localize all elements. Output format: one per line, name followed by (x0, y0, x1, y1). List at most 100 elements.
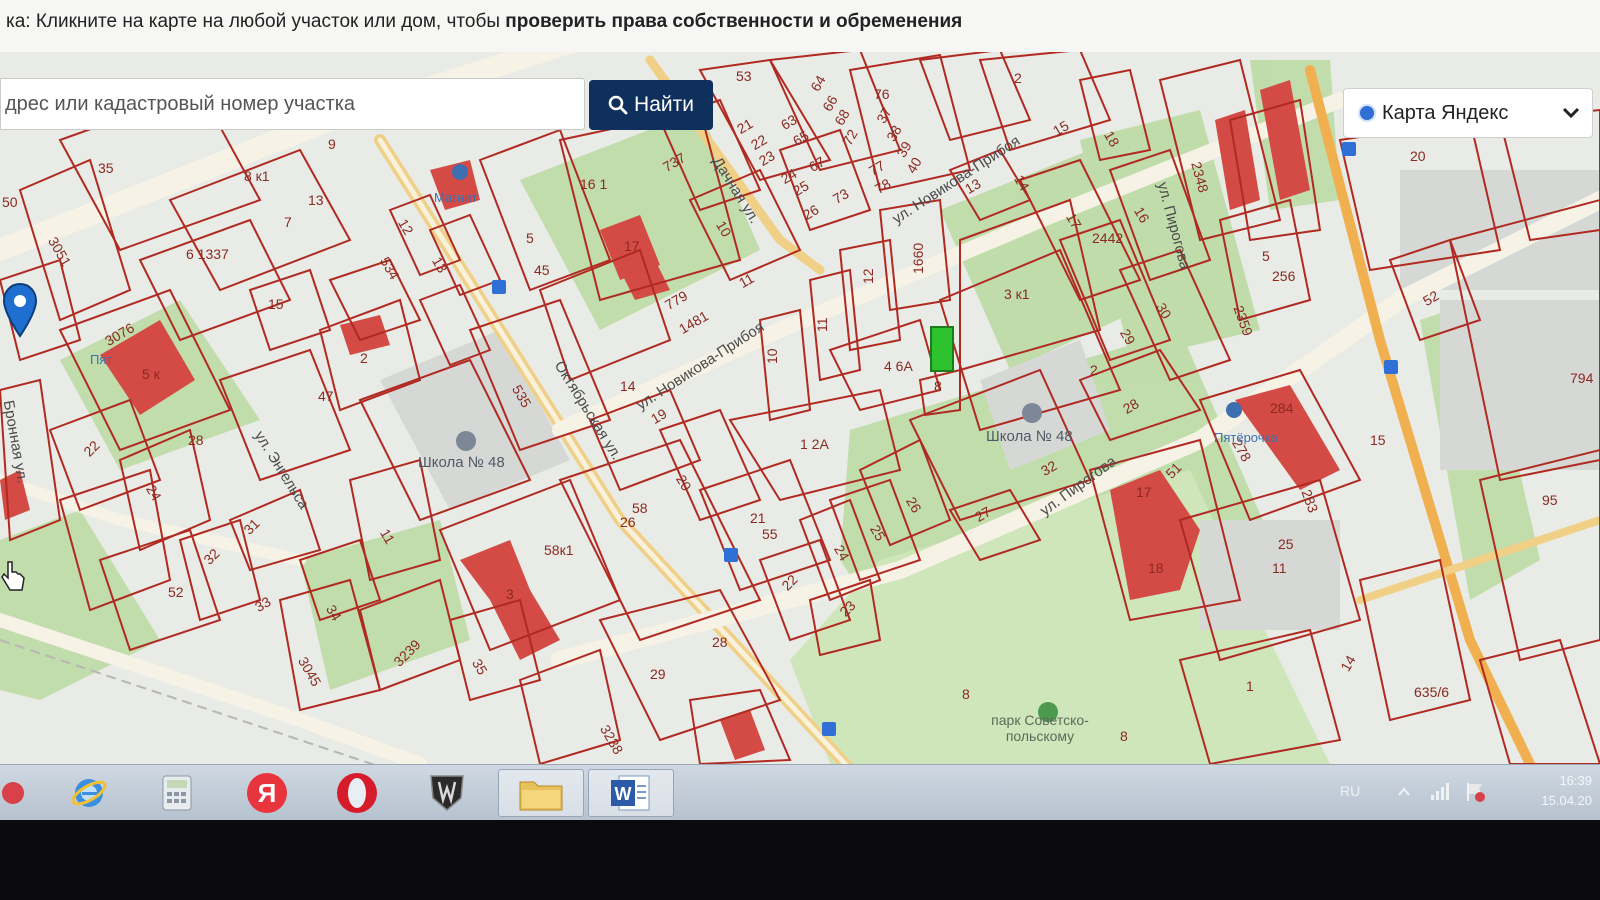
instruction-text: ка: Кликните на карте на любой участок и… (6, 11, 506, 32)
poi-label: Пят (90, 352, 113, 367)
selected-plot[interactable] (930, 326, 954, 372)
map-label: 2 (1090, 362, 1098, 378)
taskbar-button-opera[interactable] (318, 769, 396, 817)
map-label: 11 (814, 317, 830, 332)
map-label: 26 (620, 514, 636, 530)
map-label: 4 6А (884, 358, 913, 374)
app-icon (2, 782, 24, 804)
map-label: 20 (1410, 148, 1426, 164)
park-label: парк Советско-польскому (991, 712, 1089, 744)
clock-date: 15.04.20 (1541, 793, 1592, 808)
map-label: 55 (762, 526, 778, 542)
tray-arrow-icon[interactable] (1398, 787, 1410, 797)
map-label: 58к1 (544, 542, 574, 558)
taskbar-button-explorer[interactable] (498, 769, 584, 817)
block (380, 330, 570, 510)
chevron-down-icon (1562, 107, 1580, 119)
search-input[interactable] (0, 78, 585, 130)
map-label: 256 (1272, 268, 1296, 284)
hand-cursor-icon (1, 561, 25, 591)
network-signal-icon[interactable] (1430, 781, 1452, 801)
calculator-icon (162, 775, 192, 811)
map-label: 17 (624, 238, 640, 254)
instruction-banner: ка: Кликните на карте на любой участок и… (0, 0, 1600, 52)
map-label: 284 (1270, 400, 1294, 416)
school-label: Школа № 48 (418, 454, 505, 471)
bus-stop-icon (822, 722, 836, 736)
map-label: 7 (284, 214, 292, 230)
map-label: 1 2А (800, 436, 829, 452)
map-label: 76 (874, 86, 890, 102)
map-marker-icon[interactable] (0, 282, 40, 340)
map-label: 1 (1246, 678, 1254, 694)
map-layer-selected: Карта Яндекс (1382, 101, 1509, 124)
language-indicator[interactable]: RU (1340, 783, 1360, 799)
school-icon (1022, 403, 1042, 423)
map-label: 1660 (910, 242, 926, 274)
map-label: 45 (534, 262, 550, 278)
instruction-bold-text: проверить права собственности и обремене… (505, 11, 963, 32)
search-button[interactable]: Найти (589, 80, 713, 130)
yandex-glyph: Я (258, 778, 277, 808)
map-label: 13 (308, 192, 324, 208)
building (340, 315, 390, 355)
map-canvas[interactable] (0, 52, 1600, 764)
taskbar-button-calculator[interactable] (138, 769, 216, 817)
internet-explorer-icon (71, 779, 107, 807)
screen: ка: Кликните на карте на любой участок и… (0, 0, 1600, 820)
map-label: 12 (860, 268, 876, 284)
word-icon: W (611, 775, 650, 811)
action-center-flag-icon[interactable] (1464, 781, 1486, 803)
shop-icon (452, 164, 468, 180)
map-label: 50 (2, 194, 18, 210)
word-glyph: W (615, 784, 632, 804)
map-layer-select[interactable]: Карта Яндекс (1343, 88, 1593, 138)
parcel (518, 648, 622, 764)
yandex-browser-icon: Я (247, 773, 287, 813)
search-button-label: Найти (634, 93, 694, 116)
opera-icon (337, 773, 377, 813)
map-label: 8 к1 (244, 168, 270, 184)
parcel (918, 52, 1032, 142)
map-label: 35 (98, 160, 114, 176)
parcel (658, 408, 762, 522)
map-label: 10 (764, 348, 780, 364)
taskbar-button-partial[interactable] (0, 769, 36, 817)
map-label: 15 (1370, 432, 1386, 448)
system-tray: RU 16:39 15.04.20 (1340, 765, 1600, 820)
map-label: 2442 (1092, 230, 1124, 246)
clock[interactable]: 16:39 15.04.20 (1541, 771, 1592, 811)
taskbar: Я W RU 16:39 15.04.20 (0, 764, 1600, 820)
map-label: 95 (1542, 492, 1558, 508)
map-label: 25 (1278, 536, 1294, 552)
taskbar-button-wot[interactable] (408, 769, 486, 817)
map-label: 28 (188, 432, 204, 448)
clock-time: 16:39 (1559, 773, 1592, 788)
map-label: 9 (328, 136, 336, 152)
map-label: 2 (360, 350, 368, 366)
school-label: Школа № 48 (986, 428, 1073, 445)
map-label: 16 1 (580, 176, 608, 192)
taskbar-button-ie[interactable] (50, 769, 128, 817)
taskbar-button-word[interactable]: W (588, 769, 674, 817)
map-label: 11 (1272, 560, 1287, 576)
map-label: 47 (318, 388, 334, 404)
school-icon (456, 431, 476, 451)
map-label: 21 (750, 510, 766, 526)
map-label: 5 (1262, 248, 1270, 264)
map-label: 8 (1120, 728, 1128, 744)
map-label: 29 (650, 666, 666, 682)
map-label: 53 (736, 68, 752, 84)
map-label: 18 (1148, 560, 1164, 576)
parcel (978, 52, 1112, 152)
radio-selected-icon (1358, 104, 1376, 122)
map-label: 3 (506, 586, 514, 602)
cadastral-map[interactable]: 8 к1 35 13 9 7 50 3051 6 1337 15 12 534 … (0, 52, 1600, 764)
map-label: 14 (620, 378, 636, 394)
map-label: 8 (934, 378, 942, 394)
bus-stop-icon (1384, 360, 1398, 374)
map-label: 6 1337 (186, 246, 229, 262)
poi-label: Магнит (434, 190, 478, 205)
taskbar-button-yandex[interactable]: Я (228, 769, 306, 817)
shop-icon (1226, 402, 1242, 418)
